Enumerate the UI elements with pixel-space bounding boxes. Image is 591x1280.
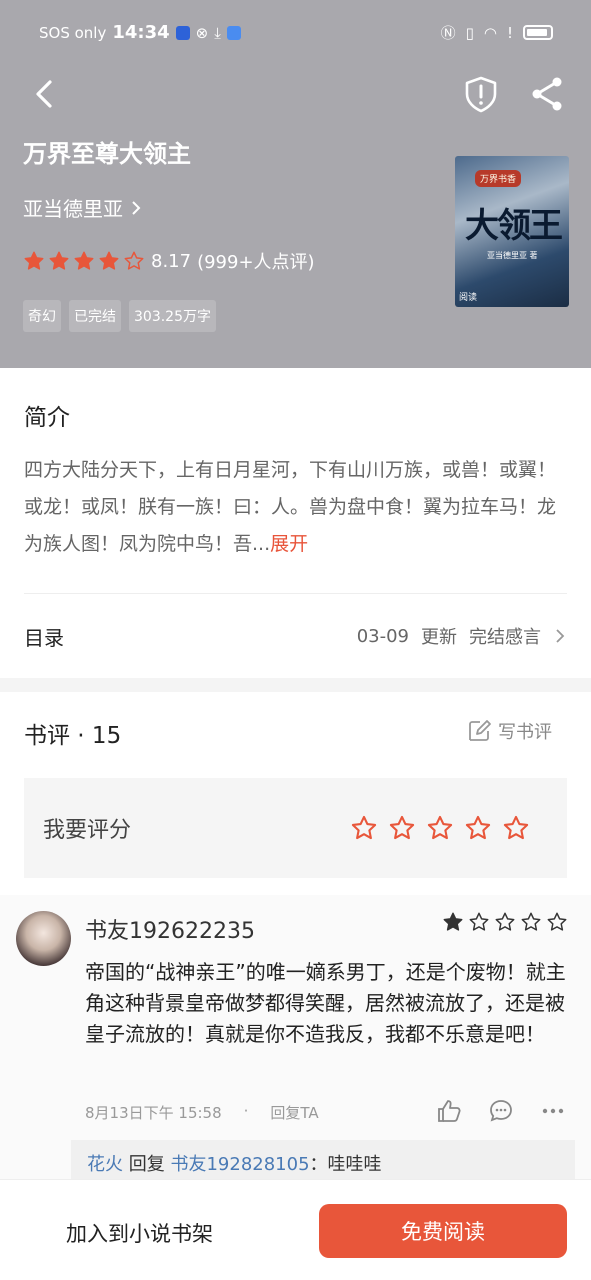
- reply-from-user[interactable]: 花火: [87, 1154, 123, 1175]
- intro-heading: 简介: [24, 405, 70, 431]
- rating-star-icon: [24, 251, 44, 270]
- cover-publisher: 阅读: [459, 293, 478, 303]
- write-review-label: 写书评: [498, 722, 552, 743]
- expand-link[interactable]: 展开: [270, 533, 308, 555]
- review-text: 帝国的“战神亲王”的唯一嫡系男丁，还是个废物！就主角这种背景皇帝做梦都得笑醒，居…: [85, 960, 566, 1046]
- tag-status: 已完结: [69, 300, 121, 332]
- download-icon: ⤓: [214, 23, 221, 42]
- shield-alert-icon: [465, 76, 497, 113]
- toc-latest-chapter: 完结感言: [469, 627, 541, 648]
- tag-genre[interactable]: 奇幻: [23, 300, 61, 332]
- rating-star-icon: [74, 251, 94, 270]
- review-item: 书友192622235 帝国的“战神亲王”的唯一嫡系男丁，还是个废物！就主角这种…: [0, 895, 591, 1185]
- cover-badge: 万界书香: [475, 170, 522, 187]
- edit-icon: [469, 720, 491, 741]
- carrier-text: SOS only: [39, 23, 107, 42]
- report-button[interactable]: [462, 74, 500, 114]
- nfc-icon: Ⓝ: [440, 24, 456, 42]
- toc-update: 更新: [421, 627, 457, 648]
- chevron-right-icon: [132, 200, 141, 215]
- toc-date: 03-09: [356, 625, 409, 647]
- divider: [24, 593, 567, 594]
- rating-count: (999+人点评): [197, 252, 315, 273]
- alert-icon: !: [506, 23, 513, 42]
- book-rating: 8.17 (999+人点评): [23, 248, 315, 274]
- rating-value: 8.17: [151, 250, 192, 272]
- share-button[interactable]: [528, 74, 566, 114]
- rating-star-icon: [99, 251, 119, 270]
- back-button[interactable]: [26, 74, 66, 114]
- rate-stars: [350, 814, 530, 842]
- tag-wordcount: 303.25万字: [129, 300, 216, 332]
- more-icon[interactable]: [540, 1098, 566, 1124]
- share-icon: [532, 77, 562, 111]
- author-link[interactable]: 亚当德里亚: [23, 193, 143, 222]
- author-name: 亚当德里亚: [23, 197, 123, 221]
- section-separator: [0, 678, 591, 692]
- status-bar: SOS only 14:34 ⊗ ⤓ Ⓝ ▯ ◠ !: [0, 0, 591, 66]
- review-star-icon: [495, 912, 515, 931]
- rating-star-icon: [124, 251, 144, 270]
- circle-x-icon: ⊗: [195, 23, 209, 42]
- clock: 14:34: [112, 22, 170, 43]
- review-star-icon: [443, 912, 463, 931]
- comment-icon[interactable]: [488, 1098, 514, 1124]
- rate-panel: 我要评分: [24, 778, 567, 878]
- rating-stars: [23, 250, 145, 272]
- bottom-action-bar: 加入到小说书架 免费阅读: [0, 1179, 591, 1280]
- avatar[interactable]: [16, 911, 71, 966]
- toc-row[interactable]: 目录 03-09 更新 完结感言: [24, 608, 567, 664]
- reply-link[interactable]: 回复TA: [270, 1102, 318, 1123]
- write-review-button[interactable]: 写书评: [466, 718, 552, 744]
- reply-to-user[interactable]: 书友192828105: [170, 1154, 309, 1175]
- reply-verb: 回复: [128, 1154, 165, 1175]
- cover-subtitle: 亚当德里亚 著: [487, 251, 538, 260]
- cover-title: 大领王: [465, 206, 563, 246]
- reply-text: ：哇哇哇: [309, 1154, 382, 1175]
- intro-text: 四方大陆分天下，上有日月星河，下有山川万族，或兽！或翼！或龙！或凤！朕有一族！曰…: [24, 452, 569, 563]
- meta-separator: ·: [243, 1102, 249, 1120]
- shield-status-icon: [175, 25, 190, 40]
- app-notification-icon: [226, 25, 241, 40]
- review-star-icon: [469, 912, 489, 931]
- review-username[interactable]: 书友192622235: [85, 913, 255, 945]
- book-header: SOS only 14:34 ⊗ ⤓ Ⓝ ▯ ◠ ! 万界至尊大领主 亚当德里亚…: [0, 0, 591, 368]
- battery-icon: [523, 25, 553, 40]
- rate-star-icon[interactable]: [464, 814, 492, 842]
- add-to-shelf-button[interactable]: 加入到小说书架: [66, 1218, 213, 1248]
- rate-star-icon[interactable]: [502, 814, 530, 842]
- review-time: 8月13日下午 15:58: [85, 1104, 222, 1122]
- like-icon[interactable]: [436, 1098, 462, 1124]
- chevron-right-icon: [556, 629, 565, 643]
- back-icon: [36, 80, 52, 108]
- book-title: 万界至尊大领主: [23, 140, 191, 168]
- review-star-icon: [547, 912, 567, 931]
- rate-star-icon[interactable]: [426, 814, 454, 842]
- vibrate-icon: ▯: [465, 23, 474, 42]
- rate-prompt: 我要评分: [43, 818, 132, 843]
- review-stars: [442, 911, 568, 933]
- free-read-button[interactable]: 免费阅读: [319, 1204, 567, 1258]
- book-tags: 奇幻 已完结 303.25万字: [23, 300, 216, 332]
- toc-label: 目录: [24, 625, 64, 650]
- review-star-icon: [521, 912, 541, 931]
- rate-star-icon[interactable]: [388, 814, 416, 842]
- wifi-icon: ◠: [483, 23, 497, 42]
- rating-star-icon: [49, 251, 69, 270]
- reviews-heading: 书评 · 15: [24, 723, 122, 749]
- book-cover: 万界书香 大领王 亚当德里亚 著 阅读: [455, 156, 569, 307]
- rate-star-icon[interactable]: [350, 814, 378, 842]
